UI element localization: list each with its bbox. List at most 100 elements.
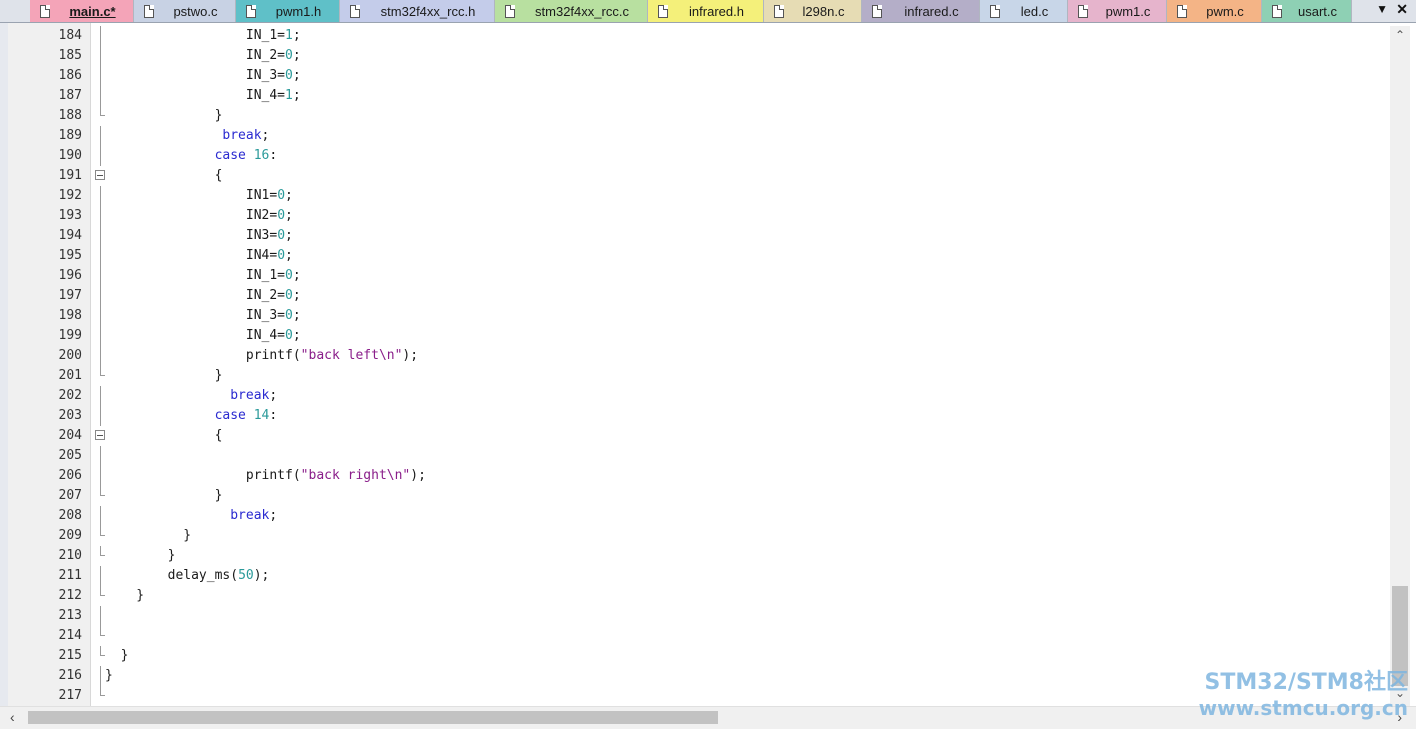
- line-number: 187: [58, 88, 82, 103]
- code-text: }: [105, 586, 144, 606]
- file-icon: [872, 4, 882, 18]
- code-token: IN_2=: [105, 288, 286, 303]
- code-text: printf("back right\n");: [105, 466, 426, 486]
- code-text: break;: [105, 506, 277, 526]
- file-icon: [1177, 4, 1187, 18]
- line-number: 184: [58, 28, 82, 43]
- code-line[interactable]: 191 {: [8, 166, 1388, 186]
- line-number: 199: [58, 328, 82, 343]
- tab-main-c[interactable]: main.c*: [30, 0, 134, 22]
- code-token: IN2=: [105, 208, 278, 223]
- scroll-up-icon[interactable]: ⌃: [1390, 28, 1410, 46]
- code-line[interactable]: 202 break;: [8, 386, 1388, 406]
- code-line[interactable]: 200 printf("back left\n");: [8, 346, 1388, 366]
- code-token: delay_ms(: [105, 568, 239, 583]
- line-number: 214: [58, 628, 82, 643]
- code-line[interactable]: 199 IN_4=0;: [8, 326, 1388, 346]
- tab-stm32f4xx-rcc-h[interactable]: stm32f4xx_rcc.h: [340, 0, 495, 22]
- scroll-left-icon[interactable]: ‹: [10, 709, 15, 725]
- code-line[interactable]: 217: [8, 686, 1388, 706]
- code-line[interactable]: 211 delay_ms(50);: [8, 566, 1388, 586]
- code-text: {: [105, 426, 223, 446]
- code-token: }: [105, 108, 223, 123]
- tab-pwm1-c[interactable]: pwm1.c: [1068, 0, 1167, 22]
- code-text: }: [105, 646, 129, 666]
- line-number: 213: [58, 608, 82, 623]
- code-line[interactable]: 184 IN_1=1;: [8, 26, 1388, 46]
- number-token: 0: [285, 288, 293, 303]
- tab-stm32f4xx-rcc-c[interactable]: stm32f4xx_rcc.c: [495, 0, 648, 22]
- code-token: );: [402, 348, 419, 363]
- code-line[interactable]: 187 IN_4=1;: [8, 86, 1388, 106]
- code-line[interactable]: 213: [8, 606, 1388, 626]
- code-line[interactable]: 195 IN4=0;: [8, 246, 1388, 266]
- file-icon: [774, 4, 784, 18]
- code-text: IN2=0;: [105, 206, 293, 226]
- tab-label: main.c*: [69, 3, 116, 19]
- code-line[interactable]: 188 }: [8, 106, 1388, 126]
- horizontal-scroll-thumb[interactable]: [28, 711, 718, 724]
- code-line[interactable]: 196 IN_1=0;: [8, 266, 1388, 286]
- code-line[interactable]: 216}: [8, 666, 1388, 686]
- code-line[interactable]: 190 case 16:: [8, 146, 1388, 166]
- keyword-token: break: [230, 508, 270, 523]
- tab-infrared-h[interactable]: infrared.h: [648, 0, 764, 22]
- code-text: IN_3=0;: [105, 66, 301, 86]
- tab-label: pwm.c: [1206, 3, 1244, 19]
- tab-usart-c[interactable]: usart.c: [1262, 0, 1352, 22]
- code-line[interactable]: 210 }: [8, 546, 1388, 566]
- code-line[interactable]: 206 printf("back right\n");: [8, 466, 1388, 486]
- code-line[interactable]: 208 break;: [8, 506, 1388, 526]
- code-line[interactable]: 186 IN_3=0;: [8, 66, 1388, 86]
- code-line[interactable]: 209 }: [8, 526, 1388, 546]
- line-number: 202: [58, 388, 82, 403]
- code-token: IN3=: [105, 228, 278, 243]
- code-token: IN_1=: [105, 28, 286, 43]
- file-icon: [990, 4, 1000, 18]
- code-line[interactable]: 205: [8, 446, 1388, 466]
- code-token: }: [105, 368, 223, 383]
- code-token: ;: [285, 228, 293, 243]
- line-number: 198: [58, 308, 82, 323]
- code-text: {: [105, 166, 223, 186]
- code-line[interactable]: 198 IN_3=0;: [8, 306, 1388, 326]
- number-token: 0: [285, 328, 293, 343]
- line-number: 191: [58, 168, 82, 183]
- number-token: 50: [238, 568, 254, 583]
- code-line[interactable]: 203 case 14:: [8, 406, 1388, 426]
- close-icon[interactable]: ✕: [1396, 1, 1408, 18]
- tab-pwm1-h[interactable]: pwm1.h: [236, 0, 340, 22]
- code-line[interactable]: 193 IN2=0;: [8, 206, 1388, 226]
- code-line[interactable]: 215 }: [8, 646, 1388, 666]
- tab-led-c[interactable]: led.c: [980, 0, 1068, 22]
- code-line[interactable]: 189 break;: [8, 126, 1388, 146]
- tab-infrared-c[interactable]: infrared.c: [862, 0, 980, 22]
- code-token: );: [410, 468, 426, 483]
- code-line[interactable]: 207 }: [8, 486, 1388, 506]
- tab-pwm-c[interactable]: pwm.c: [1167, 0, 1262, 22]
- tab-label: usart.c: [1297, 3, 1337, 19]
- code-token: ;: [292, 28, 301, 43]
- code-line[interactable]: 185 IN_2=0;: [8, 46, 1388, 66]
- code-token: IN_4=: [105, 328, 286, 343]
- tab-list-dropdown-icon[interactable]: ▼: [1376, 2, 1388, 16]
- code-line[interactable]: 204 {: [8, 426, 1388, 446]
- code-line[interactable]: 192 IN1=0;: [8, 186, 1388, 206]
- vertical-scrollbar[interactable]: ⌃ ⌄: [1390, 26, 1410, 706]
- tab-l298n-c[interactable]: l298n.c: [764, 0, 862, 22]
- tab-pstwo-c[interactable]: pstwo.c: [134, 0, 236, 22]
- code-line[interactable]: 197 IN_2=0;: [8, 286, 1388, 306]
- code-text: }: [105, 486, 223, 506]
- tab-label: led.c: [1020, 3, 1049, 19]
- code-token: }: [105, 668, 113, 683]
- code-token: ;: [285, 208, 293, 223]
- code-line[interactable]: 194 IN3=0;: [8, 226, 1388, 246]
- code-line[interactable]: 212 }: [8, 586, 1388, 606]
- tab-label: infrared.h: [689, 3, 744, 19]
- code-line[interactable]: 214: [8, 626, 1388, 646]
- code-line[interactable]: 201 }: [8, 366, 1388, 386]
- code-token: ;: [292, 268, 301, 283]
- number-token: 1: [285, 28, 293, 43]
